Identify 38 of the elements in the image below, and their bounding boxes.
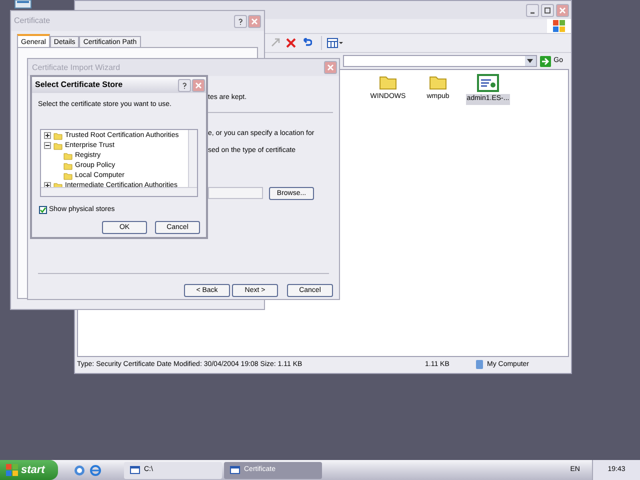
expand-icon[interactable]	[44, 132, 51, 139]
window-title: Certificate Import Wizard	[32, 62, 120, 74]
window-title: Select Certificate Store	[35, 79, 123, 91]
help-icon	[237, 18, 244, 24]
address-field[interactable]	[343, 55, 537, 67]
desktop-icon[interactable]	[14, 0, 32, 9]
window-icon	[230, 466, 240, 474]
collapse-icon[interactable]	[44, 142, 51, 149]
minimize-button[interactable]	[526, 4, 539, 16]
window-icon	[130, 466, 140, 474]
windows-logo-icon	[6, 464, 18, 476]
help-button[interactable]	[178, 78, 191, 92]
close-icon	[327, 64, 334, 71]
help-icon	[181, 82, 188, 88]
file-field[interactable]	[208, 187, 263, 199]
close-icon	[251, 18, 258, 24]
quick-launch-icon[interactable]	[74, 464, 85, 476]
certificate-icon	[477, 74, 499, 92]
views-icon[interactable]	[327, 38, 343, 48]
dropdown-button[interactable]	[524, 56, 536, 66]
scrollbar[interactable]	[188, 130, 197, 186]
arrow-icon	[540, 56, 551, 66]
close-icon	[195, 82, 202, 88]
folder-icon	[379, 74, 397, 90]
help-button[interactable]	[234, 14, 247, 28]
max-icon	[544, 6, 551, 14]
browser-icon[interactable]	[90, 464, 101, 476]
caret-icon	[527, 59, 534, 63]
delete-icon[interactable]	[286, 38, 296, 48]
windows-logo-icon	[553, 20, 565, 32]
maximize-button[interactable]	[541, 4, 554, 16]
computer-icon	[475, 360, 484, 370]
window-title: Certificate	[14, 15, 50, 27]
close-icon	[559, 6, 566, 14]
checkbox[interactable]	[39, 206, 47, 214]
scrollbar[interactable]	[41, 186, 197, 196]
folder-icon	[429, 74, 447, 90]
undo-icon[interactable]	[301, 38, 312, 48]
